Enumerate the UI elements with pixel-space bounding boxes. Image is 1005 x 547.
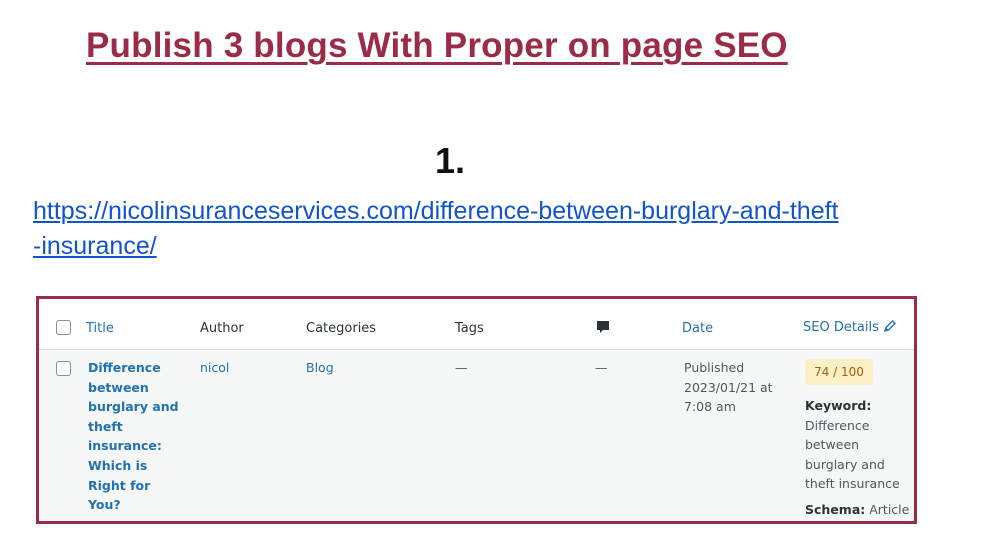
keyword-line: burglary and bbox=[805, 456, 885, 472]
post-title-line[interactable]: theft bbox=[88, 417, 183, 437]
post-title-line[interactable]: Difference bbox=[88, 358, 183, 378]
post-url-link[interactable]: https://nicolinsuranceservices.com/diffe… bbox=[33, 194, 933, 264]
date-day: 2023/01/21 at bbox=[684, 379, 773, 395]
keyword-line: theft insurance bbox=[805, 476, 900, 492]
post-title-line[interactable]: Right for You? bbox=[88, 476, 183, 515]
column-date[interactable]: Date bbox=[682, 321, 713, 336]
column-tags: Tags bbox=[455, 321, 484, 336]
schema-label: Schema: bbox=[805, 501, 866, 517]
keyword-line: Difference bbox=[805, 417, 870, 433]
date-value: Published 2023/01/21 at 7:08 am bbox=[684, 358, 773, 417]
post-title-line[interactable]: burglary and bbox=[88, 397, 183, 417]
post-title-line[interactable]: insurance: bbox=[88, 436, 183, 456]
column-seo-details[interactable]: SEO Details bbox=[803, 319, 897, 337]
page-heading: Publish 3 blogs With Proper on page SEO bbox=[86, 26, 788, 65]
keyword-label: Keyword: bbox=[805, 398, 872, 413]
post-title-line[interactable]: Which is bbox=[88, 456, 183, 476]
category-link[interactable]: Blog bbox=[306, 358, 334, 378]
post-title-link[interactable]: Difference between burglary and theft in… bbox=[88, 358, 183, 515]
column-categories: Categories bbox=[306, 321, 377, 336]
schema-line: Schema: Article bbox=[805, 500, 909, 520]
item-number: 1. bbox=[434, 140, 466, 181]
column-title[interactable]: Title bbox=[86, 321, 114, 336]
post-title-line[interactable]: between bbox=[88, 378, 183, 398]
comment-icon[interactable] bbox=[595, 319, 611, 339]
column-author: Author bbox=[200, 321, 244, 336]
posts-table-screenshot: Title Author Categories Tags Date SEO De… bbox=[36, 296, 917, 524]
seo-score-badge: 74 / 100 bbox=[805, 359, 873, 385]
select-all-checkbox[interactable] bbox=[56, 320, 71, 335]
row-checkbox[interactable] bbox=[56, 361, 71, 376]
date-status: Published bbox=[684, 360, 745, 375]
pencil-icon[interactable] bbox=[883, 319, 897, 337]
table-header: Title Author Categories Tags Date SEO De… bbox=[39, 299, 914, 350]
date-time: 7:08 am bbox=[684, 399, 736, 415]
keyword-line: between bbox=[805, 437, 860, 453]
tags-value: — bbox=[455, 360, 468, 375]
post-url-line-2[interactable]: -insurance/ bbox=[33, 229, 933, 264]
post-url-line-1[interactable]: https://nicolinsuranceservices.com/diffe… bbox=[33, 194, 933, 229]
author-link[interactable]: nicol bbox=[200, 358, 229, 378]
schema-value: Article bbox=[869, 501, 910, 517]
seo-details-label: SEO Details bbox=[803, 320, 879, 335]
comments-value: — bbox=[595, 360, 608, 375]
seo-keyword: Keyword: Difference between burglary and… bbox=[805, 396, 909, 520]
